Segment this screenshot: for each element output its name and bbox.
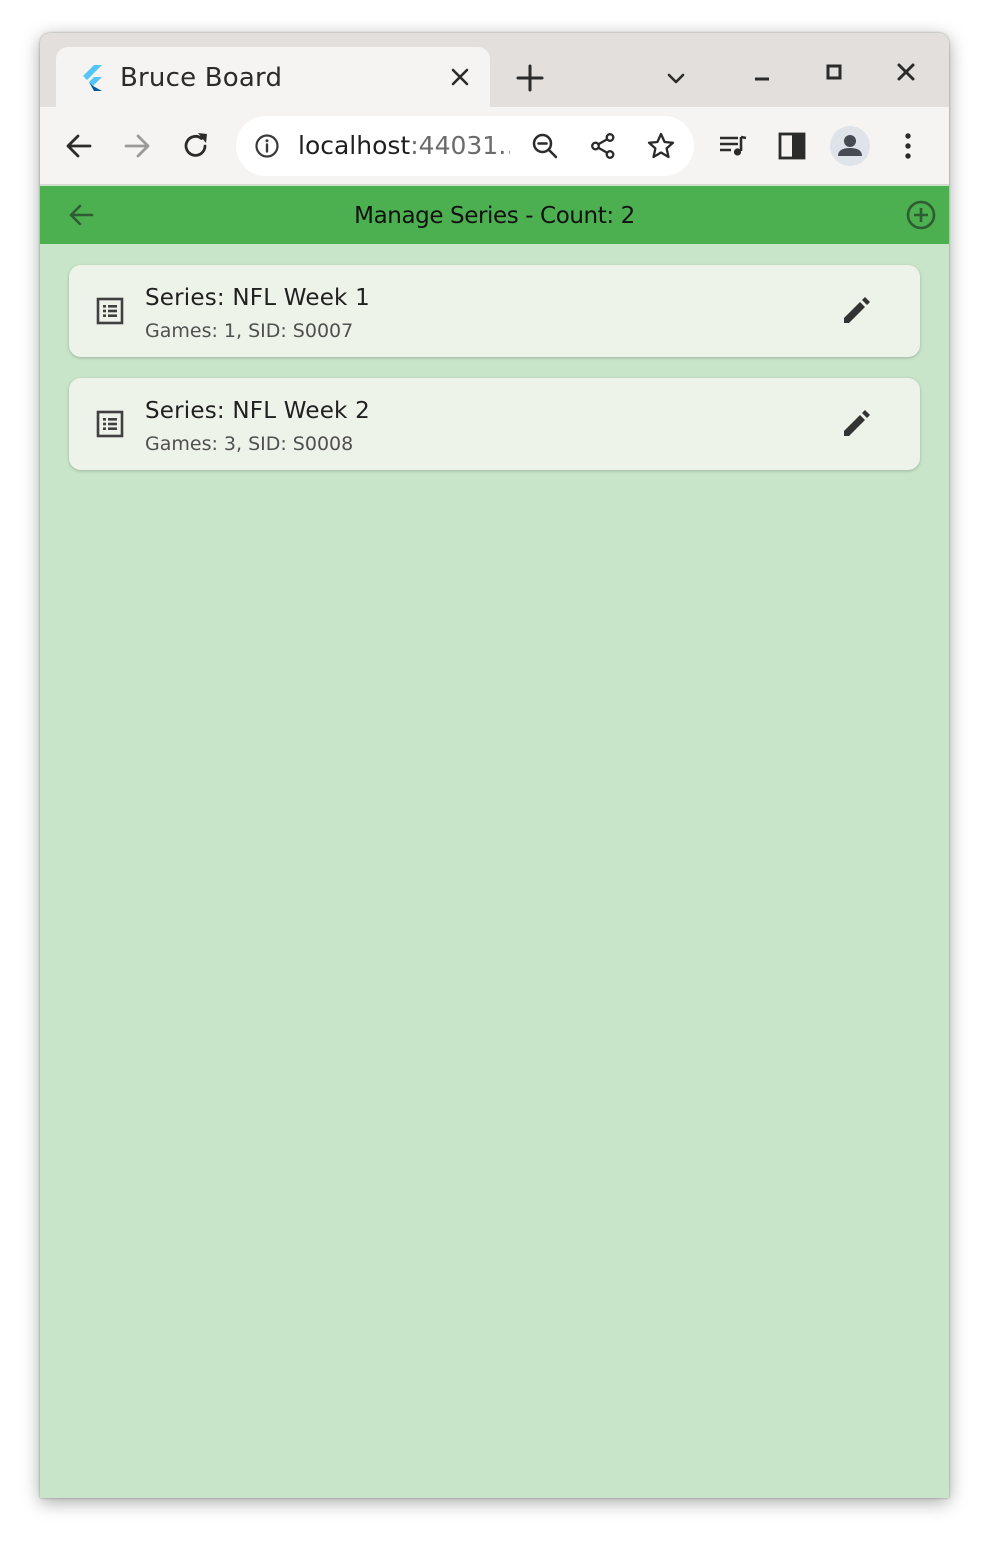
chevron-down-icon[interactable]	[662, 65, 690, 93]
list-alt-icon	[93, 407, 127, 441]
zoom-out-icon[interactable]	[530, 131, 560, 161]
browser-toolbar: localhost:44031…	[40, 107, 949, 185]
browser-tab[interactable]: Bruce Board	[56, 47, 490, 107]
edit-pencil-icon[interactable]	[838, 406, 874, 442]
star-icon[interactable]	[646, 131, 676, 161]
media-queue-icon[interactable]	[716, 129, 750, 163]
close-tab-icon[interactable]	[448, 65, 472, 89]
address-bar[interactable]: localhost:44031…	[236, 116, 694, 176]
list-alt-icon	[93, 294, 127, 328]
minimize-icon[interactable]	[748, 63, 776, 91]
browser-window: Bruce Board localhost:44031 Manage Serie…	[40, 33, 949, 1498]
side-panel-icon[interactable]	[775, 129, 809, 163]
edit-pencil-icon[interactable]	[838, 293, 874, 329]
info-icon[interactable]	[254, 133, 280, 159]
series-card[interactable]: Series: NFL Week 1 Games: 1, SID: S0007	[69, 265, 920, 357]
url-port: :44031…	[410, 131, 510, 160]
share-icon[interactable]	[588, 131, 618, 161]
profile-icon[interactable]	[829, 125, 871, 167]
page-title: Manage Series - Count: 2	[354, 203, 635, 229]
tab-strip: Bruce Board	[40, 33, 949, 107]
url-host: localhost	[298, 131, 411, 160]
add-circle-icon[interactable]	[904, 198, 938, 232]
tab-title: Bruce Board	[120, 63, 283, 93]
back-arrow-icon[interactable]	[62, 129, 96, 163]
close-window-icon[interactable]	[892, 59, 920, 87]
menu-kebab-icon[interactable]	[891, 129, 925, 163]
app-bar: Manage Series - Count: 2	[40, 186, 949, 244]
maximize-icon[interactable]	[820, 59, 848, 87]
series-title: Series: NFL Week 1	[145, 285, 370, 311]
forward-arrow-icon[interactable]	[120, 129, 154, 163]
new-tab-icon[interactable]	[514, 62, 546, 94]
reload-icon[interactable]	[179, 129, 213, 163]
series-card[interactable]: Series: NFL Week 2 Games: 3, SID: S0008	[69, 378, 920, 470]
series-title: Series: NFL Week 2	[145, 398, 370, 424]
url-text[interactable]: localhost:44031…	[298, 131, 510, 160]
series-subtitle: Games: 3, SID: S0008	[145, 433, 354, 455]
series-subtitle: Games: 1, SID: S0007	[145, 320, 354, 342]
flutter-logo-icon	[78, 64, 104, 92]
